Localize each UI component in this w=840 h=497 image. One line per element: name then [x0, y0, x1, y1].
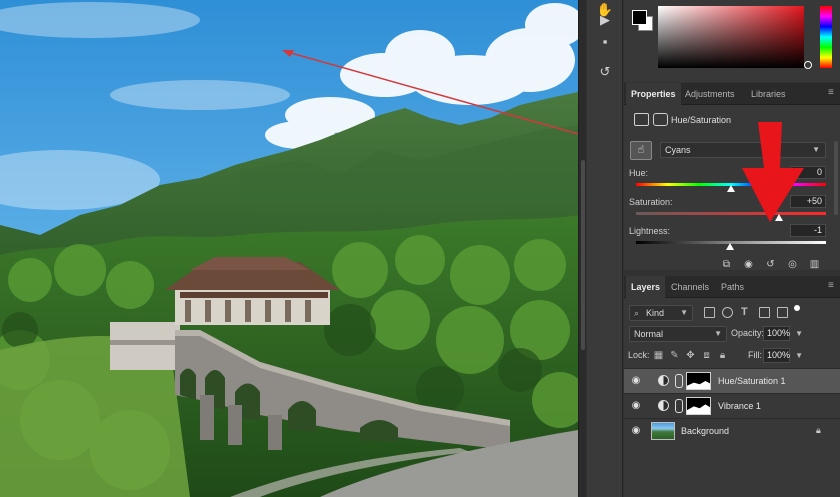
lock-image-icon[interactable]: ✎ [669, 350, 680, 361]
chevron-down-icon: ▼ [812, 145, 820, 154]
reset-icon[interactable]: ↺ [764, 259, 777, 271]
targeted-adjustment-icon[interactable]: ☝ [630, 141, 652, 160]
layer-name[interactable]: Background [681, 426, 729, 436]
document-canvas[interactable] [0, 0, 578, 497]
landscape-photo [0, 0, 578, 497]
link-icon[interactable] [675, 374, 683, 388]
panel-menu-icon[interactable]: ≡ [828, 281, 837, 291]
adjustment-layer-icon [658, 400, 669, 411]
chevron-down-icon: ▼ [714, 329, 722, 338]
pixel-filter-icon[interactable] [704, 307, 715, 318]
layer-name[interactable]: Vibrance 1 [718, 401, 761, 411]
opacity-label: Opacity: [731, 328, 765, 338]
hue-strip[interactable] [820, 6, 832, 68]
properties-tab-row: Properties Adjustments Libraries ≡ [624, 83, 840, 105]
type-filter-icon[interactable]: T [741, 307, 752, 318]
filter-toggle-icon[interactable] [794, 305, 800, 311]
blend-mode-value: Normal [634, 329, 664, 339]
adjustment-filter-icon[interactable] [722, 307, 733, 318]
chevron-down-icon: ▼ [795, 329, 803, 338]
hue-label: Hue: [629, 168, 649, 178]
hue-slider-thumb[interactable] [727, 185, 735, 192]
opacity-field[interactable]: 100% ▼ [763, 326, 803, 341]
eye-icon[interactable]: ◉ [630, 425, 642, 437]
tab-layers[interactable]: Layers [626, 276, 666, 298]
lightness-label: Lightness: [629, 226, 671, 236]
panel-menu-icon[interactable]: ≡ [828, 88, 837, 98]
right-dock: Properties Adjustments Libraries ≡ Hue/S… [624, 0, 840, 497]
lock-label: Lock: [628, 350, 650, 360]
chevron-down-icon: ▼ [795, 351, 803, 360]
opacity-value: 100% [767, 328, 791, 338]
trash-icon[interactable]: ▥ [808, 259, 821, 271]
layer-thumbnail[interactable] [651, 422, 675, 440]
properties-title: Hue/Saturation [671, 115, 732, 125]
layer-mask-thumbnail[interactable] [686, 397, 711, 415]
color-picker-marker[interactable] [804, 61, 812, 69]
layer-name[interactable]: Hue/Saturation 1 [718, 376, 786, 386]
eye-icon[interactable]: ◉ [630, 375, 642, 387]
adjustment-layer-icon [658, 375, 669, 386]
layer-mask-thumbnail[interactable] [686, 372, 711, 390]
lock-position-icon[interactable]: ✥ [685, 350, 696, 361]
layer-row[interactable]: ◉ Hue/Saturation 1 [624, 368, 840, 393]
layers-tab-row: Layers Channels Paths ≡ [624, 276, 840, 298]
fill-field[interactable]: 100% ▼ [763, 348, 803, 363]
mask-icon[interactable] [653, 113, 668, 126]
smart-object-filter-icon[interactable] [777, 307, 788, 318]
tab-adjustments[interactable]: Adjustments [680, 83, 740, 105]
channel-value: Cyans [665, 145, 691, 155]
comment-icon[interactable]: ▪ [595, 32, 615, 52]
clip-icon[interactable]: ⧉ [720, 259, 733, 271]
annotation-arrow-icon [742, 122, 804, 222]
lightness-slider-thumb[interactable] [726, 243, 735, 250]
color-saturation-field[interactable] [658, 6, 804, 68]
chevron-down-icon: ▼ [680, 308, 688, 317]
fill-value: 100% [767, 350, 791, 360]
foreground-color-swatch[interactable] [632, 10, 647, 25]
tab-channels[interactable]: Channels [666, 276, 714, 298]
tab-properties[interactable]: Properties [626, 83, 681, 105]
canvas-scrollbar[interactable] [578, 0, 586, 497]
tab-libraries[interactable]: Libraries [746, 83, 791, 105]
link-icon[interactable] [675, 399, 683, 413]
lock-transparent-icon[interactable]: ▦ [653, 350, 664, 361]
view-previous-icon[interactable]: ◉ [742, 259, 755, 271]
play-icon[interactable]: ▶ [595, 10, 615, 30]
eye-icon[interactable]: ◉ [630, 400, 642, 412]
visibility-icon[interactable]: ◎ [786, 259, 799, 271]
lock-all-icon[interactable]: 🔒︎ [717, 350, 728, 361]
scrollbar-thumb[interactable] [581, 160, 585, 350]
layer-row[interactable]: ◉ Background 🔒︎ [624, 418, 840, 443]
blend-mode-select[interactable]: Normal ▼ [629, 326, 727, 342]
search-icon: ⌕ [634, 308, 640, 318]
kind-value: Kind [646, 308, 665, 318]
shape-filter-icon[interactable] [759, 307, 770, 318]
panel-tool-column: ✋ ▶ ▪ ↺ [587, 0, 623, 497]
properties-footer: ⧉ ◉ ↺ ◎ ▥ [720, 259, 840, 273]
saturation-label: Saturation: [629, 197, 673, 207]
layers-panel: ⌕ Kind ▼ T Normal ▼ Opacity: 100% ▼ Lock… [624, 298, 840, 497]
color-panel [624, 0, 840, 82]
layer-row[interactable]: ◉ Vibrance 1 [624, 393, 840, 418]
adjustment-icon[interactable] [634, 113, 649, 126]
fill-label: Fill: [748, 350, 762, 360]
lock-artboard-icon[interactable]: ⧈ [701, 350, 712, 361]
history-icon[interactable]: ↺ [595, 62, 615, 82]
properties-scrollbar[interactable] [834, 141, 838, 215]
kind-filter-select[interactable]: ⌕ Kind ▼ [629, 305, 693, 321]
tab-paths[interactable]: Paths [716, 276, 749, 298]
lock-icon: 🔒︎ [816, 425, 821, 435]
